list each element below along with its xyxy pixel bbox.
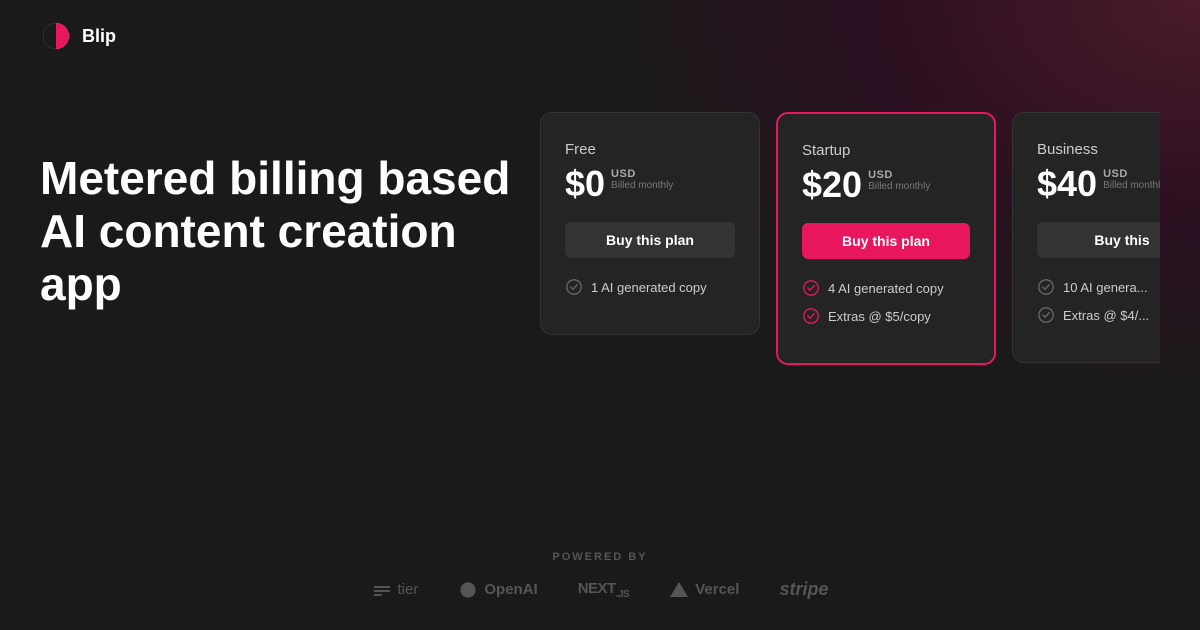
stripe-logo: stripe: [779, 579, 828, 600]
feature-startup-1: Extras @ $5/copy: [802, 307, 970, 325]
vercel-icon: [669, 580, 689, 600]
price-meta-free: USD Billed monthly: [611, 166, 673, 191]
price-row-free: $0 USD Billed monthly: [565, 166, 735, 202]
logo-text: Blip: [82, 26, 116, 47]
price-billing-startup: Billed monthly: [868, 181, 930, 192]
check-icon-business-0: [1037, 278, 1055, 296]
price-amount-free: $0: [565, 166, 605, 202]
buy-button-startup[interactable]: Buy this plan: [802, 223, 970, 259]
feature-startup-0: 4 AI generated copy: [802, 279, 970, 297]
openai-logo: OpenAI: [458, 580, 537, 600]
buy-button-business[interactable]: Buy this: [1037, 222, 1160, 258]
nextjs-logo: NEXT.JS: [578, 580, 630, 600]
logo-icon: [40, 20, 72, 52]
pricing-card-startup: Startup $20 USD Billed monthly Buy this …: [776, 112, 996, 365]
check-icon-startup-0: [802, 279, 820, 297]
pricing-section: Free $0 USD Billed monthly Buy this plan…: [540, 112, 1160, 365]
check-icon-free-0: [565, 278, 583, 296]
partners-row: tier OpenAI NEXT.JS Vercel stripe: [372, 579, 829, 600]
openai-icon: [458, 580, 478, 600]
price-billing-free: Billed monthly: [611, 180, 673, 191]
check-icon-startup-1: [802, 307, 820, 325]
hero-title: Metered billing based AI content creatio…: [40, 152, 540, 311]
tier-logo: tier: [372, 580, 419, 600]
price-row-business: $40 USD Billed monthly: [1037, 166, 1160, 202]
check-icon-business-1: [1037, 306, 1055, 324]
buy-button-free[interactable]: Buy this plan: [565, 222, 735, 258]
plan-name-startup: Startup: [802, 142, 970, 159]
vercel-logo: Vercel: [669, 580, 739, 600]
tier-icon: [372, 580, 392, 600]
hero-section: Metered billing based AI content creatio…: [40, 112, 540, 311]
price-currency-free: USD: [611, 168, 673, 180]
price-row-startup: $20 USD Billed monthly: [802, 167, 970, 203]
price-currency-business: USD: [1103, 168, 1160, 180]
powered-by-label: POWERED BY: [552, 551, 647, 563]
logo: Blip: [40, 20, 116, 52]
price-amount-startup: $20: [802, 167, 862, 203]
pricing-card-free: Free $0 USD Billed monthly Buy this plan…: [540, 112, 760, 335]
price-meta-startup: USD Billed monthly: [868, 167, 930, 192]
plan-name-business: Business: [1037, 141, 1160, 158]
feature-free-0: 1 AI generated copy: [565, 278, 735, 296]
plan-name-free: Free: [565, 141, 735, 158]
main-content: Metered billing based AI content creatio…: [0, 72, 1200, 365]
feature-business-0: 10 AI genera...: [1037, 278, 1160, 296]
feature-business-1: Extras @ $4/...: [1037, 306, 1160, 324]
navbar: Blip: [0, 0, 1200, 72]
pricing-card-business: Business $40 USD Billed monthly Buy this…: [1012, 112, 1160, 363]
price-currency-startup: USD: [868, 169, 930, 181]
nextjs-text: NEXT.JS: [578, 580, 630, 600]
price-billing-business: Billed monthly: [1103, 180, 1160, 191]
footer-section: POWERED BY tier OpenAI NEXT.JS: [0, 551, 1200, 630]
price-meta-business: USD Billed monthly: [1103, 166, 1160, 191]
price-amount-business: $40: [1037, 166, 1097, 202]
